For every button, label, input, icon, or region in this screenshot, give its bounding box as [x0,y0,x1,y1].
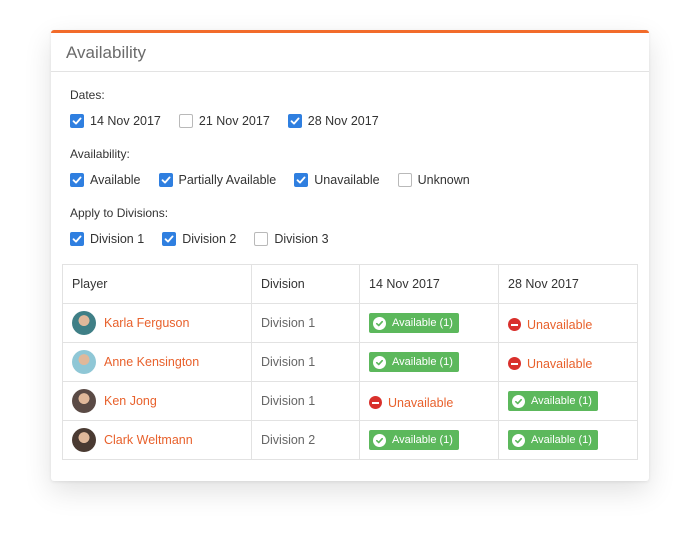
player-cell: Karla Ferguson [62,303,252,343]
check-circle-icon [512,433,525,447]
division-cell: Division 1 [251,381,360,421]
option-label: Unavailable [314,173,380,187]
player-name-link[interactable]: Anne Kensington [104,355,199,369]
status-text: Available (1) [531,434,592,446]
availability-option-0[interactable]: Available [70,173,141,187]
status-text: Available (1) [392,317,453,329]
status-text: Unavailable [527,356,593,371]
checkbox-checked-icon[interactable] [158,173,173,187]
check-circle-icon [512,394,525,408]
minus-circle-icon [369,396,382,409]
option-label: Available [90,173,141,187]
status-text: Available (1) [531,395,592,407]
column-header-date-1[interactable]: 14 Nov 2017 [359,264,499,304]
player-name-link[interactable]: Ken Jong [104,394,157,408]
checkbox-unchecked-icon[interactable] [178,114,193,128]
divisions-options: Division 1 Division 2 Division 3 [70,230,638,248]
divisions-option-1[interactable]: Division 2 [162,232,236,246]
status-text: Available (1) [392,434,453,446]
option-label: Division 1 [90,232,145,246]
checkbox-checked-icon[interactable] [70,114,84,128]
date-1-status-cell: Unavailable [359,381,499,421]
checkbox-checked-icon[interactable] [294,173,309,187]
availability-option-2[interactable]: Unavailable [294,173,380,187]
checkbox-unchecked-icon[interactable] [397,173,412,187]
unavailable-status: Unavailable [508,357,592,371]
available-badge: Available (1) [508,391,598,411]
player-cell: Anne Kensington [62,342,252,382]
option-label: 14 Nov 2017 [90,114,161,128]
player-name-link[interactable]: Clark Weltmann [104,433,193,447]
available-badge: Available (1) [508,430,598,450]
dates-label: Dates: [70,88,105,102]
avatar [72,389,96,413]
date-2-status-cell: Available (1) [498,420,638,460]
available-badge: Available (1) [369,430,459,450]
checkbox-checked-icon[interactable] [162,232,177,246]
availability-panel: Availability Dates: 14 Nov 2017 21 Nov 20… [51,30,649,481]
option-label: 21 Nov 2017 [198,114,270,128]
available-badge: Available (1) [369,313,459,333]
date-1-status-cell: Available (1) [359,303,499,343]
table-row: Clark Weltmann Division 2 Available (1) Ava… [62,420,638,460]
availability-label: Availability: [70,147,130,161]
panel-title: Availability [51,33,649,72]
available-badge: Available (1) [369,352,459,372]
player-name-link[interactable]: Karla Ferguson [104,316,189,330]
option-label: Division 3 [274,232,329,246]
date-1-status-cell: Available (1) [359,342,499,382]
division-cell: Division 1 [251,303,360,343]
option-label: 28 Nov 2017 [307,114,379,128]
divisions-option-2[interactable]: Division 3 [254,232,329,246]
division-cell: Division 1 [251,342,360,382]
minus-circle-icon [508,357,521,370]
date-2-status-cell: Unavailable [498,342,638,382]
availability-table: Player Division 14 Nov 2017 28 Nov 2017 … [62,264,638,460]
date-2-status-cell: Available (1) [498,381,638,421]
check-circle-icon [373,433,386,447]
checkbox-unchecked-icon[interactable] [254,232,269,246]
availability-option-1[interactable]: Partially Available [158,173,277,187]
dates-options: 14 Nov 2017 21 Nov 2017 28 Nov 2017 [70,112,638,130]
option-label: Partially Available [178,173,277,187]
status-text: Unavailable [388,395,454,410]
player-cell: Clark Weltmann [62,420,252,460]
status-text: Unavailable [527,317,593,332]
checkbox-checked-icon[interactable] [70,173,84,187]
check-circle-icon [373,355,386,369]
availability-option-3[interactable]: Unknown [397,173,470,187]
status-text: Available (1) [392,356,453,368]
dates-option-1[interactable]: 21 Nov 2017 [178,114,270,128]
dates-option-0[interactable]: 14 Nov 2017 [70,114,161,128]
table-header-row: Player Division 14 Nov 2017 28 Nov 2017 [62,264,638,304]
column-header-date-2[interactable]: 28 Nov 2017 [498,264,638,304]
option-label: Division 2 [182,232,237,246]
avatar [72,311,96,335]
table-row: Ken Jong Division 1 Unavailable Available (… [62,381,638,421]
option-label: Unknown [417,173,470,187]
column-header-player[interactable]: Player [62,264,252,304]
avatar [72,350,96,374]
table-row: Anne Kensington Division 1 Available (1) Un… [62,342,638,382]
check-circle-icon [373,316,386,330]
dates-option-2[interactable]: 28 Nov 2017 [287,114,379,128]
table-row: Karla Ferguson Division 1 Available (1) Una… [62,303,638,343]
divisions-option-0[interactable]: Division 1 [70,232,144,246]
divisions-label: Apply to Divisions: [70,206,169,220]
unavailable-status: Unavailable [369,396,453,410]
division-cell: Division 2 [251,420,360,460]
availability-options: Available Partially Available Unavailable U… [70,171,638,189]
checkbox-checked-icon[interactable] [70,232,84,246]
checkbox-checked-icon[interactable] [287,114,302,128]
minus-circle-icon [508,318,521,331]
date-1-status-cell: Available (1) [359,420,499,460]
unavailable-status: Unavailable [508,318,592,332]
player-cell: Ken Jong [62,381,252,421]
avatar [72,428,96,452]
date-2-status-cell: Unavailable [498,303,638,343]
column-header-division[interactable]: Division [251,264,360,304]
